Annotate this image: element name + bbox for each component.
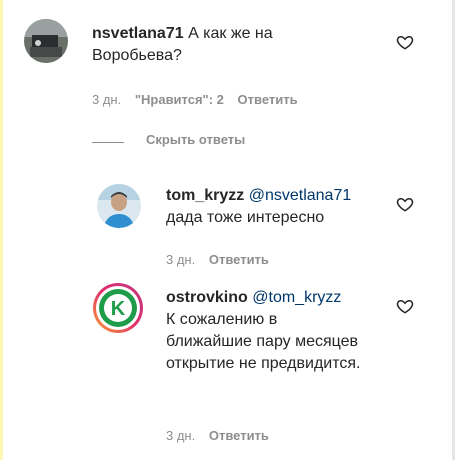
reply-meta: 3 дн. Ответить bbox=[166, 428, 279, 443]
divider-line bbox=[92, 142, 124, 143]
reply-text: ostrovkino @tom_kryzz К сожалению в ближ… bbox=[166, 287, 366, 375]
likes-count[interactable]: "Нравится": 2 bbox=[135, 92, 224, 107]
avatar[interactable] bbox=[97, 184, 141, 228]
left-edge bbox=[0, 0, 3, 460]
heart-icon[interactable] bbox=[396, 195, 414, 213]
hide-replies-button[interactable]: Скрыть ответы bbox=[146, 132, 245, 147]
heart-icon[interactable] bbox=[396, 33, 414, 51]
reply-username[interactable]: ostrovkino bbox=[166, 289, 248, 306]
avatar-photo bbox=[24, 19, 68, 63]
comment-username[interactable]: nsvetlana71 bbox=[92, 25, 184, 42]
comment-meta: 3 дн. "Нравится": 2 Ответить bbox=[92, 92, 308, 107]
reply-button[interactable]: Ответить bbox=[209, 428, 269, 443]
mention-link[interactable]: @tom_kryzz bbox=[252, 289, 341, 306]
reply-time: 3 дн. bbox=[166, 428, 196, 443]
reply-button[interactable]: Ответить bbox=[238, 92, 298, 107]
avatar[interactable]: K bbox=[92, 282, 144, 334]
reply-button[interactable]: Ответить bbox=[209, 252, 269, 267]
avatar[interactable] bbox=[24, 19, 68, 63]
heart-icon[interactable] bbox=[396, 297, 414, 315]
reply-body: дада тоже интересно bbox=[166, 209, 325, 226]
mention-link[interactable]: @nsvetlana71 bbox=[249, 187, 352, 204]
hide-replies-label: Скрыть ответы bbox=[146, 132, 246, 147]
reply-username[interactable]: tom_kryzz bbox=[166, 187, 244, 204]
comment-text: nsvetlana71 А как же на Воробьева? bbox=[92, 23, 332, 67]
logo-letter: K bbox=[111, 298, 126, 320]
reply-time: 3 дн. bbox=[166, 252, 196, 267]
reply-body: К сожалению в ближайшие пару месяцев отк… bbox=[166, 311, 361, 372]
comment-time: 3 дн. bbox=[92, 92, 122, 107]
avatar-photo bbox=[97, 184, 141, 228]
brand-logo-avatar: K bbox=[93, 283, 143, 333]
reply-text: tom_kryzz @nsvetlana71 дада тоже интерес… bbox=[166, 185, 396, 229]
reply-meta: 3 дн. Ответить bbox=[166, 252, 279, 267]
